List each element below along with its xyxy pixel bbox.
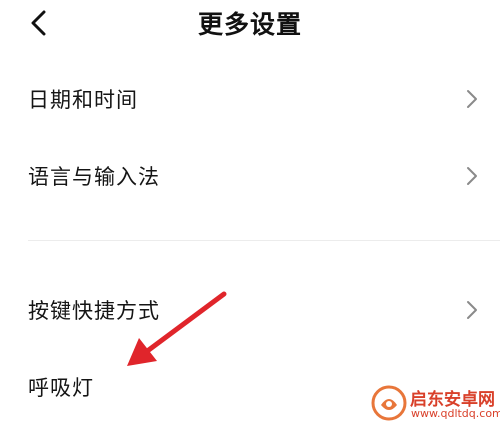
- settings-item-label: 按键快捷方式: [28, 299, 160, 323]
- watermark-url: www.qdltdq.com: [411, 407, 500, 420]
- chevron-right-icon: [467, 90, 477, 108]
- settings-screen: 更多设置 日期和时间 语言与输入法 按键快捷方式 呼吸灯 启东安卓网 www.q…: [0, 0, 500, 424]
- settings-item-language-input[interactable]: 语言与输入法: [0, 141, 500, 211]
- settings-item-key-shortcuts[interactable]: 按键快捷方式: [0, 275, 500, 345]
- chevron-right-icon: [467, 167, 477, 185]
- settings-item-label: 语言与输入法: [28, 165, 160, 189]
- settings-item-label: 日期和时间: [28, 88, 138, 112]
- settings-item-label: 呼吸灯: [28, 376, 94, 400]
- settings-item-date-time[interactable]: 日期和时间: [0, 64, 500, 134]
- page-title: 更多设置: [197, 10, 302, 39]
- watermark: 启东安卓网 www.qdltdq.com: [368, 383, 500, 424]
- top-bar: 更多设置: [0, 0, 500, 46]
- watermark-logo-icon: [371, 385, 407, 421]
- section-divider: [28, 240, 500, 241]
- chevron-right-icon: [467, 301, 477, 319]
